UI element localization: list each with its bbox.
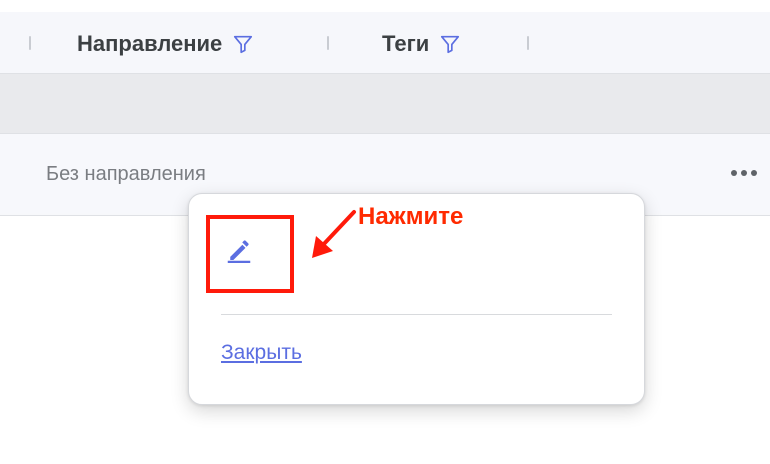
divider	[221, 314, 612, 315]
filter-icon[interactable]	[439, 33, 461, 55]
column-header-label: Направление	[77, 31, 223, 56]
column-resize-handle[interactable]	[29, 36, 31, 50]
filter-icon[interactable]	[232, 33, 254, 55]
dot	[731, 170, 737, 176]
dot	[751, 170, 757, 176]
more-actions-button[interactable]	[724, 160, 764, 186]
arrow-icon	[312, 210, 356, 258]
table-header: Направление Теги	[0, 12, 770, 74]
dot	[741, 170, 747, 176]
close-link[interactable]: Закрыть	[221, 341, 302, 365]
group-row	[0, 74, 770, 134]
column-header-tags[interactable]: Теги	[382, 31, 461, 57]
column-resize-handle[interactable]	[527, 36, 529, 50]
annotation-text: Нажмите	[358, 203, 464, 230]
direction-cell: Без направления	[46, 163, 206, 185]
column-header-label: Теги	[382, 31, 430, 56]
column-header-direction[interactable]: Направление	[77, 31, 254, 57]
column-resize-handle[interactable]	[327, 36, 329, 50]
highlight-box	[206, 215, 294, 293]
